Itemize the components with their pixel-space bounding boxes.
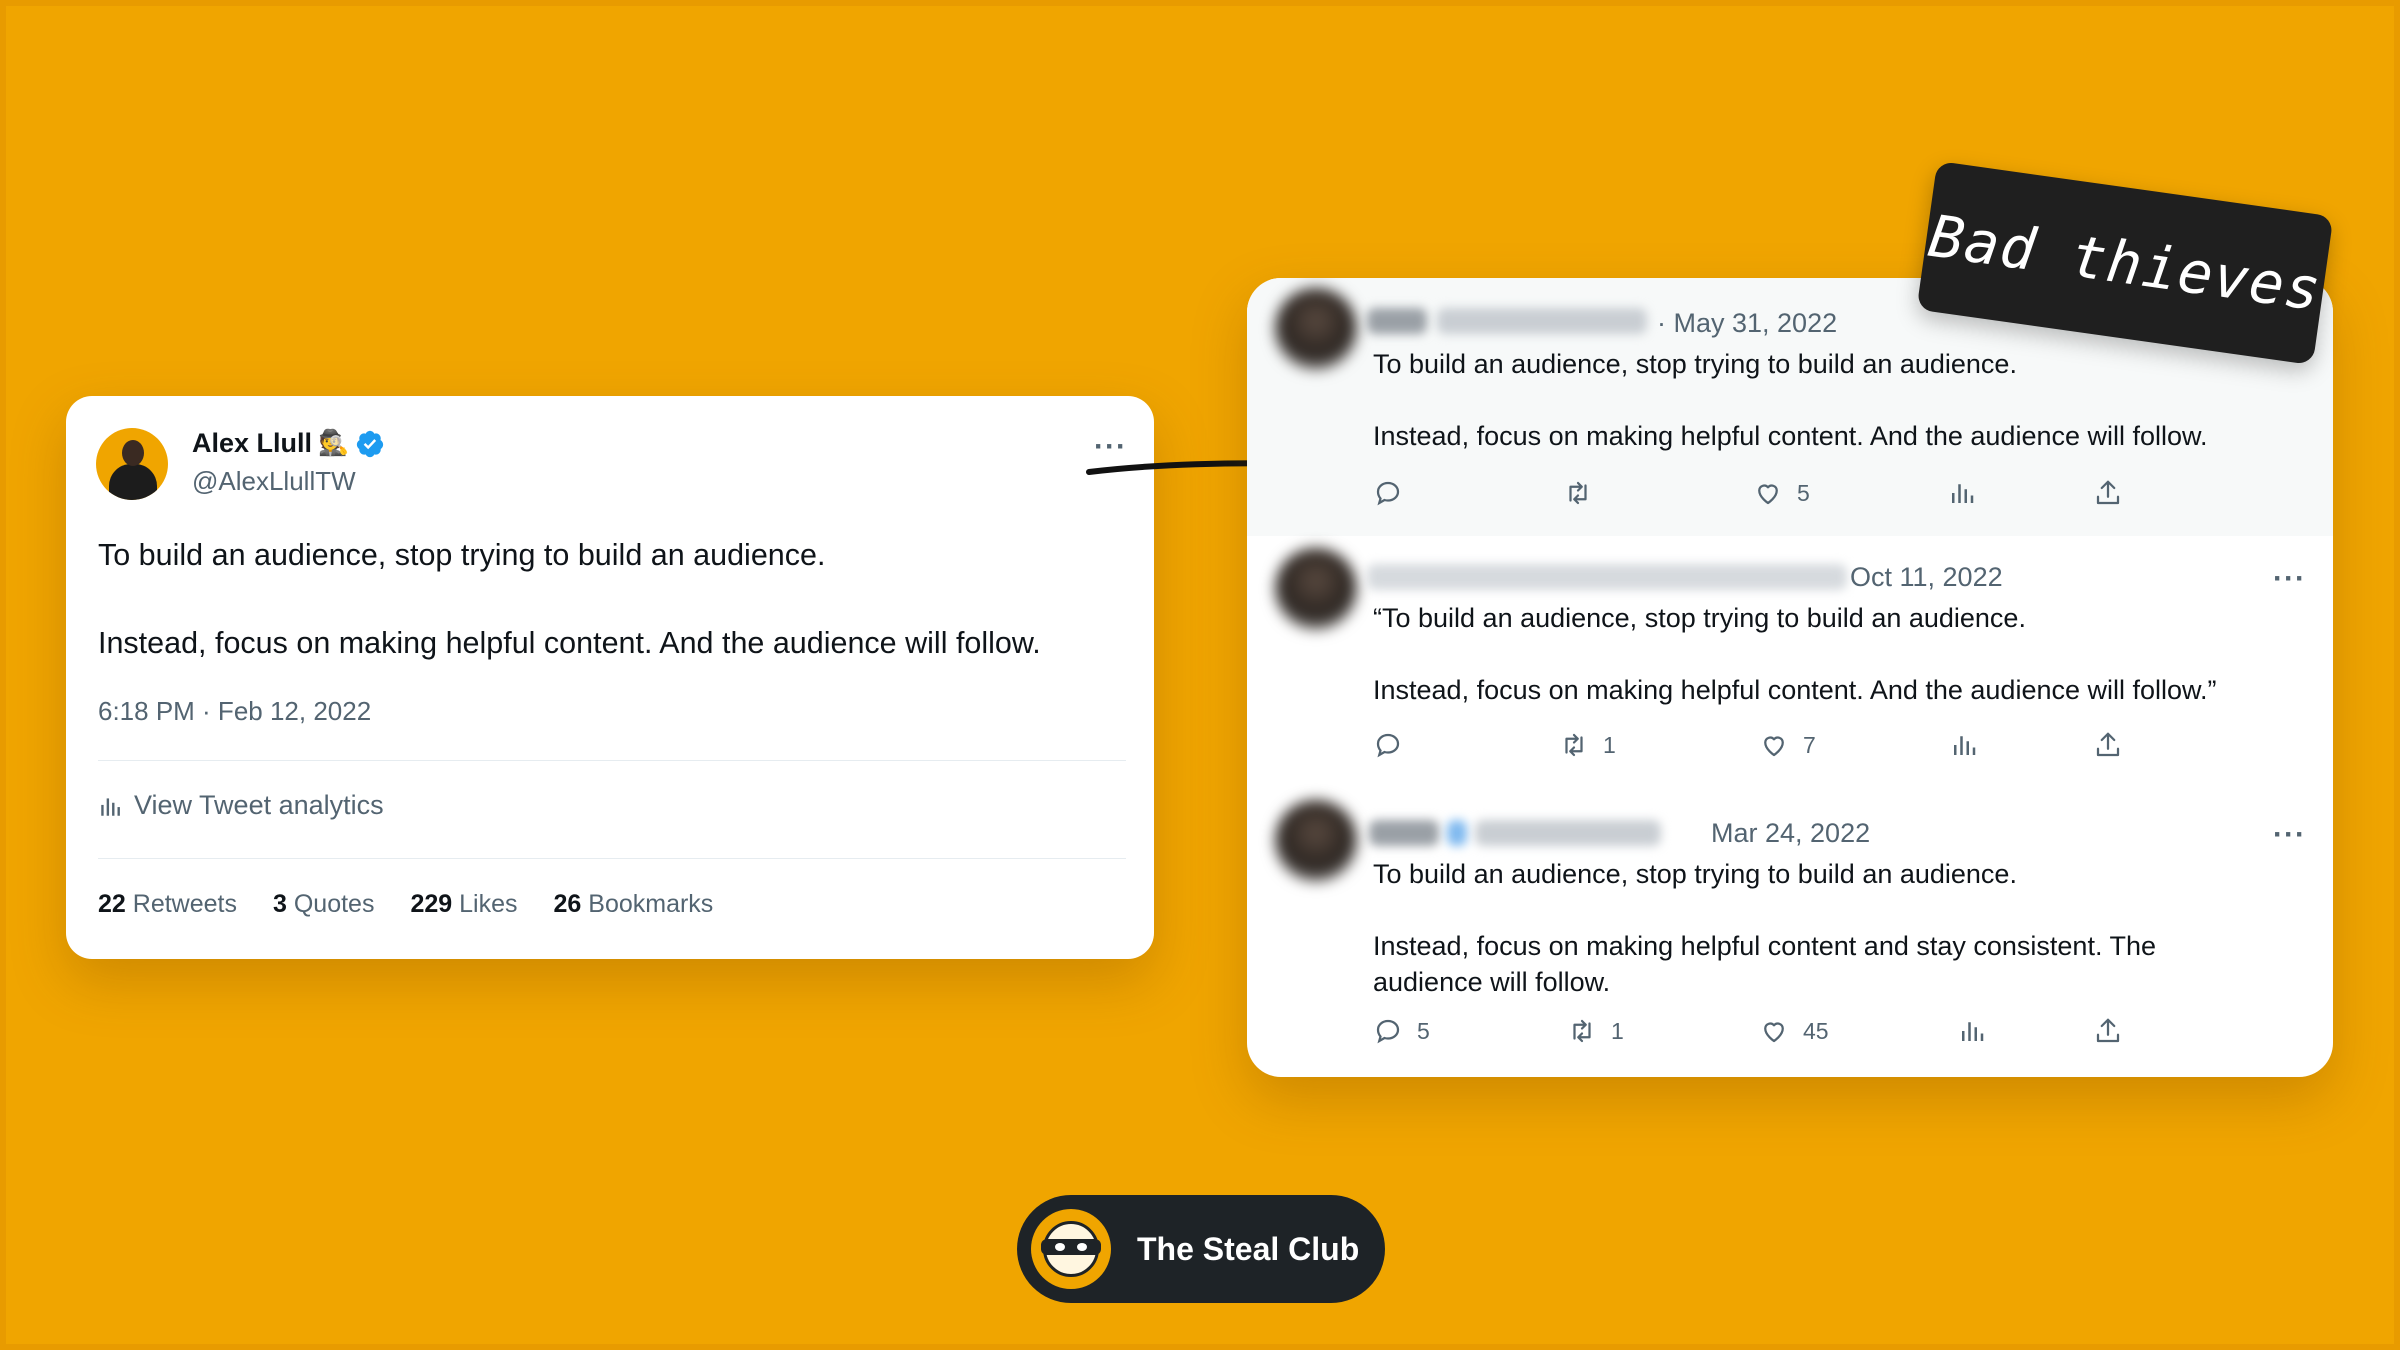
- tweet-text-line-1: “To build an audience, stop trying to bu…: [1373, 603, 2026, 633]
- share-icon: [2096, 732, 2120, 757]
- blurred-author-name: [1367, 308, 1427, 334]
- tweet-actions: 5 1 45: [1373, 1016, 2273, 1050]
- tweet-date[interactable]: Mar 24, 2022: [1711, 818, 1870, 849]
- retweet-button[interactable]: 1: [1567, 1016, 1624, 1046]
- reply-icon: [1376, 481, 1400, 506]
- avatar[interactable]: [1275, 288, 1357, 370]
- like-button[interactable]: 5: [1753, 478, 1810, 508]
- tweet-text-line-1: To build an audience, stop trying to bui…: [1373, 349, 2017, 379]
- retweet-icon: [1569, 481, 1587, 505]
- reply-button[interactable]: 5: [1373, 1016, 1430, 1046]
- retweet-button[interactable]: 1: [1559, 730, 1616, 760]
- blurred-author-info: [1367, 564, 1847, 590]
- views-icon: [1954, 736, 1976, 755]
- like-icon: [1764, 1022, 1784, 1043]
- retweet-button[interactable]: [1563, 478, 1607, 508]
- reply-button[interactable]: [1373, 478, 1417, 508]
- reply-button[interactable]: [1373, 730, 1417, 760]
- more-icon[interactable]: ···: [2273, 820, 2306, 850]
- views-button[interactable]: [1949, 730, 1979, 760]
- like-button[interactable]: 7: [1759, 730, 1816, 760]
- tweet-text-line-3: audience will follow.: [1373, 967, 1611, 997]
- tweet-text-line-2: Instead, focus on making helpful content…: [1373, 931, 2156, 961]
- like-icon: [1758, 484, 1778, 505]
- original-tweet-card: Alex Llull 🕵 @AlexLlullTW ··· To build a…: [66, 396, 1154, 959]
- copied-tweets-card: · May 31, 2022 To build an audience, sto…: [1247, 278, 2333, 1077]
- divider: [98, 858, 1126, 859]
- stat-retweets[interactable]: 22 Retweets: [98, 890, 237, 919]
- brand-name: The Steal Club: [1137, 1230, 1360, 1267]
- tweet-text-line-2: Instead, focus on making helpful content…: [1373, 675, 2217, 705]
- tweet-actions: 5: [1373, 478, 2273, 512]
- blurred-author-handle: [1475, 820, 1661, 846]
- retweet-icon: [1573, 1019, 1591, 1043]
- share-button[interactable]: [2093, 1016, 2123, 1046]
- avatar[interactable]: [1275, 800, 1357, 882]
- views-button[interactable]: [1947, 478, 1977, 508]
- more-icon[interactable]: ···: [2273, 564, 2306, 594]
- views-icon: [1952, 484, 1974, 503]
- like-icon: [1764, 736, 1784, 757]
- reply-icon: [1376, 1019, 1400, 1044]
- tweet-date[interactable]: Oct 11, 2022: [1850, 562, 2003, 593]
- sticker-label: Bad thieves: [1924, 201, 2326, 325]
- stat-bookmarks[interactable]: 26 Bookmarks: [554, 890, 714, 919]
- retweet-icon: [1565, 733, 1583, 757]
- analytics-label: View Tweet analytics: [134, 790, 384, 820]
- engagement-stats: 22 Retweets 3 Quotes 229 Likes 26 Bookma…: [98, 890, 713, 919]
- verified-icon: [357, 430, 384, 457]
- view-analytics-link[interactable]: View Tweet analytics: [98, 790, 384, 821]
- stat-likes[interactable]: 229 Likes: [410, 890, 517, 919]
- divider: [98, 760, 1126, 761]
- author-handle[interactable]: @AlexLlullTW: [192, 466, 356, 497]
- views-button[interactable]: [1957, 1016, 1987, 1046]
- blurred-author-name: [1369, 820, 1439, 846]
- mask-logo-icon: [1031, 1209, 1111, 1289]
- share-icon: [2096, 1018, 2120, 1043]
- author-row: Alex Llull 🕵: [192, 428, 385, 459]
- copied-tweet[interactable]: Mar 24, 2022 ··· To build an audience, s…: [1247, 790, 2333, 1077]
- stat-quotes[interactable]: 3 Quotes: [273, 890, 374, 919]
- share-button[interactable]: [2093, 478, 2123, 508]
- share-button[interactable]: [2093, 730, 2123, 760]
- tweet-text-line-1: To build an audience, stop trying to bui…: [98, 538, 826, 572]
- tweet-text-line-2: Instead, focus on making helpful content…: [1373, 421, 2208, 451]
- author-name[interactable]: Alex Llull: [192, 428, 312, 459]
- views-icon: [1962, 1022, 1984, 1041]
- copied-tweet[interactable]: Oct 11, 2022 ··· “To build an audience, …: [1247, 536, 2333, 790]
- tweet-timestamp[interactable]: 6:18 PM · Feb 12, 2022: [98, 696, 371, 727]
- blurred-verified-badge: [1447, 820, 1467, 846]
- tweet-date[interactable]: · May 31, 2022: [1657, 308, 1837, 339]
- tweet-actions: 1 7: [1373, 730, 2273, 764]
- brand-badge: The Steal Club: [1017, 1195, 1385, 1303]
- blurred-author-handle: [1437, 308, 1647, 334]
- tweet-text-line-2: Instead, focus on making helpful content…: [98, 626, 1041, 660]
- spy-emoji-icon: 🕵: [318, 429, 350, 457]
- share-icon: [2096, 480, 2120, 505]
- avatar[interactable]: [1275, 548, 1357, 630]
- analytics-icon: [101, 797, 120, 816]
- like-button[interactable]: 45: [1759, 1016, 1829, 1046]
- tweet-text-line-1: To build an audience, stop trying to bui…: [1373, 859, 2017, 889]
- reply-icon: [1376, 733, 1400, 758]
- avatar[interactable]: [96, 428, 168, 500]
